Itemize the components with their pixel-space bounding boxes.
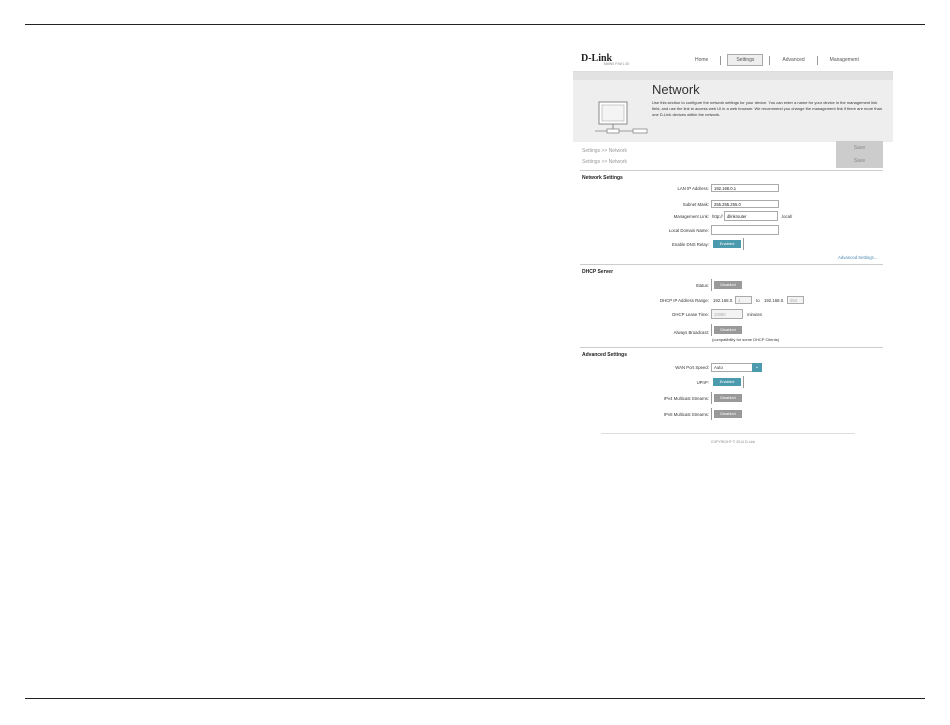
breadcrumb-text: Settings >> Network: [582, 159, 628, 165]
network-monitor-icon: [595, 101, 648, 134]
advanced-settings-link[interactable]: Advanced Settings...: [838, 255, 877, 260]
subnet-mask-input[interactable]: 255.255.255.0: [711, 200, 779, 208]
management-link-suffix: .local/: [781, 214, 793, 219]
advanced-settings-header: Advanced Settings: [582, 352, 628, 358]
dhcp-status-label: Status:: [695, 283, 709, 288]
divider: [580, 264, 883, 265]
wan-port-speed-select[interactable]: Auto ⌄: [711, 363, 762, 372]
dhcp-lease-unit: minutes: [747, 312, 763, 317]
dhcp-status-toggle[interactable]: Disabled: [711, 279, 744, 291]
ipv6-multicast-label: IPv6 Multicast Streams:: [663, 412, 709, 417]
always-broadcast-toggle[interactable]: Disabled: [711, 324, 744, 336]
management-link-label: Management Link:: [673, 214, 709, 219]
nav-management[interactable]: Management: [818, 57, 871, 63]
lan-ip-label: LAN IP Address:: [677, 186, 709, 191]
dhcp-server-header: DHCP Server: [582, 269, 614, 275]
always-broadcast-note: (compatibility for some DHCP Clients): [712, 337, 780, 342]
ipv4-multicast-toggle[interactable]: Disabled: [711, 392, 744, 404]
subnet-mask-label: Subnet Mask:: [682, 202, 709, 207]
top-nav: Home Settings Advanced Management: [683, 54, 871, 66]
upnp-toggle[interactable]: Enabled: [711, 376, 744, 388]
always-broadcast-state: Disabled: [714, 326, 742, 334]
lan-ip-input[interactable]: 192.168.0.1: [711, 184, 779, 192]
dhcp-range-prefix-start: 192.168.0.: [713, 298, 734, 303]
dhcp-lease-label: DHCP Lease Time:: [672, 312, 709, 317]
upnp-state: Enabled: [713, 378, 741, 386]
always-broadcast-label: Always Broadcast:: [673, 330, 709, 335]
local-domain-label: Local Domain Name:: [668, 228, 709, 233]
model-info: M#W0 F/W:1.00: [604, 62, 630, 66]
upnp-label: UPnP:: [696, 380, 709, 385]
divider: [580, 347, 883, 348]
dhcp-status-state: Disabled: [714, 281, 742, 289]
wan-port-speed-value: Auto: [714, 365, 723, 370]
save-label: Save: [853, 158, 866, 164]
management-link-prefix: http://: [712, 214, 723, 219]
ipv6-multicast-toggle[interactable]: Disabled: [711, 408, 744, 420]
divider: [580, 170, 883, 171]
dhcp-range-start-input[interactable]: 1: [735, 296, 752, 304]
ipv6-multicast-state: Disabled: [714, 410, 742, 418]
nav-separator: [720, 55, 722, 65]
network-settings-header: Network Settings: [582, 175, 623, 181]
nav-advanced[interactable]: Advanced: [770, 57, 816, 63]
breadcrumb-text: Settings >> Network: [582, 148, 628, 154]
page-banner: Network Use this section to configure th…: [573, 71, 893, 142]
nav-settings[interactable]: Settings: [727, 54, 764, 66]
dhcp-range-label: DHCP IP Address Range:: [659, 298, 709, 303]
save-button[interactable]: Save Save: [836, 141, 883, 168]
local-domain-input[interactable]: [711, 225, 779, 235]
wan-port-speed-label: WAN Port Speed:: [675, 365, 709, 370]
breadcrumb: Settings >> Network Settings >> Network: [582, 146, 627, 168]
page-title: Network: [652, 82, 700, 97]
management-link-input[interactable]: dlinkrouter: [724, 211, 778, 221]
save-label: Save: [853, 145, 866, 151]
copyright: COPYRIGHT © 2014 D-Link: [710, 440, 756, 444]
page-description: Use this section to configure the networ…: [652, 100, 883, 117]
ipv4-multicast-label: IPv4 Multicast Streams:: [663, 396, 709, 401]
nav-home[interactable]: Home: [683, 57, 720, 63]
dns-relay-toggle[interactable]: Enabled: [711, 238, 744, 250]
router-ui-screenshot: D-Link M#W0 F/W:1.00 Home Settings Advan…: [573, 45, 893, 455]
page-top-rule: [25, 24, 925, 25]
dhcp-lease-input[interactable]: 10080: [711, 309, 743, 319]
page-bottom-rule: [25, 698, 925, 699]
ipv4-multicast-state: Disabled: [714, 394, 742, 402]
chevron-down-icon: ⌄: [752, 363, 762, 372]
dhcp-range-end-input[interactable]: 254: [787, 296, 804, 304]
footer-divider: [601, 433, 855, 434]
dhcp-range-prefix-end: 192.168.0.: [764, 298, 785, 303]
dns-relay-label: Enable DNS Relay:: [671, 242, 709, 247]
dns-relay-state: Enabled: [713, 240, 741, 248]
dhcp-range-to: to: [756, 298, 760, 303]
